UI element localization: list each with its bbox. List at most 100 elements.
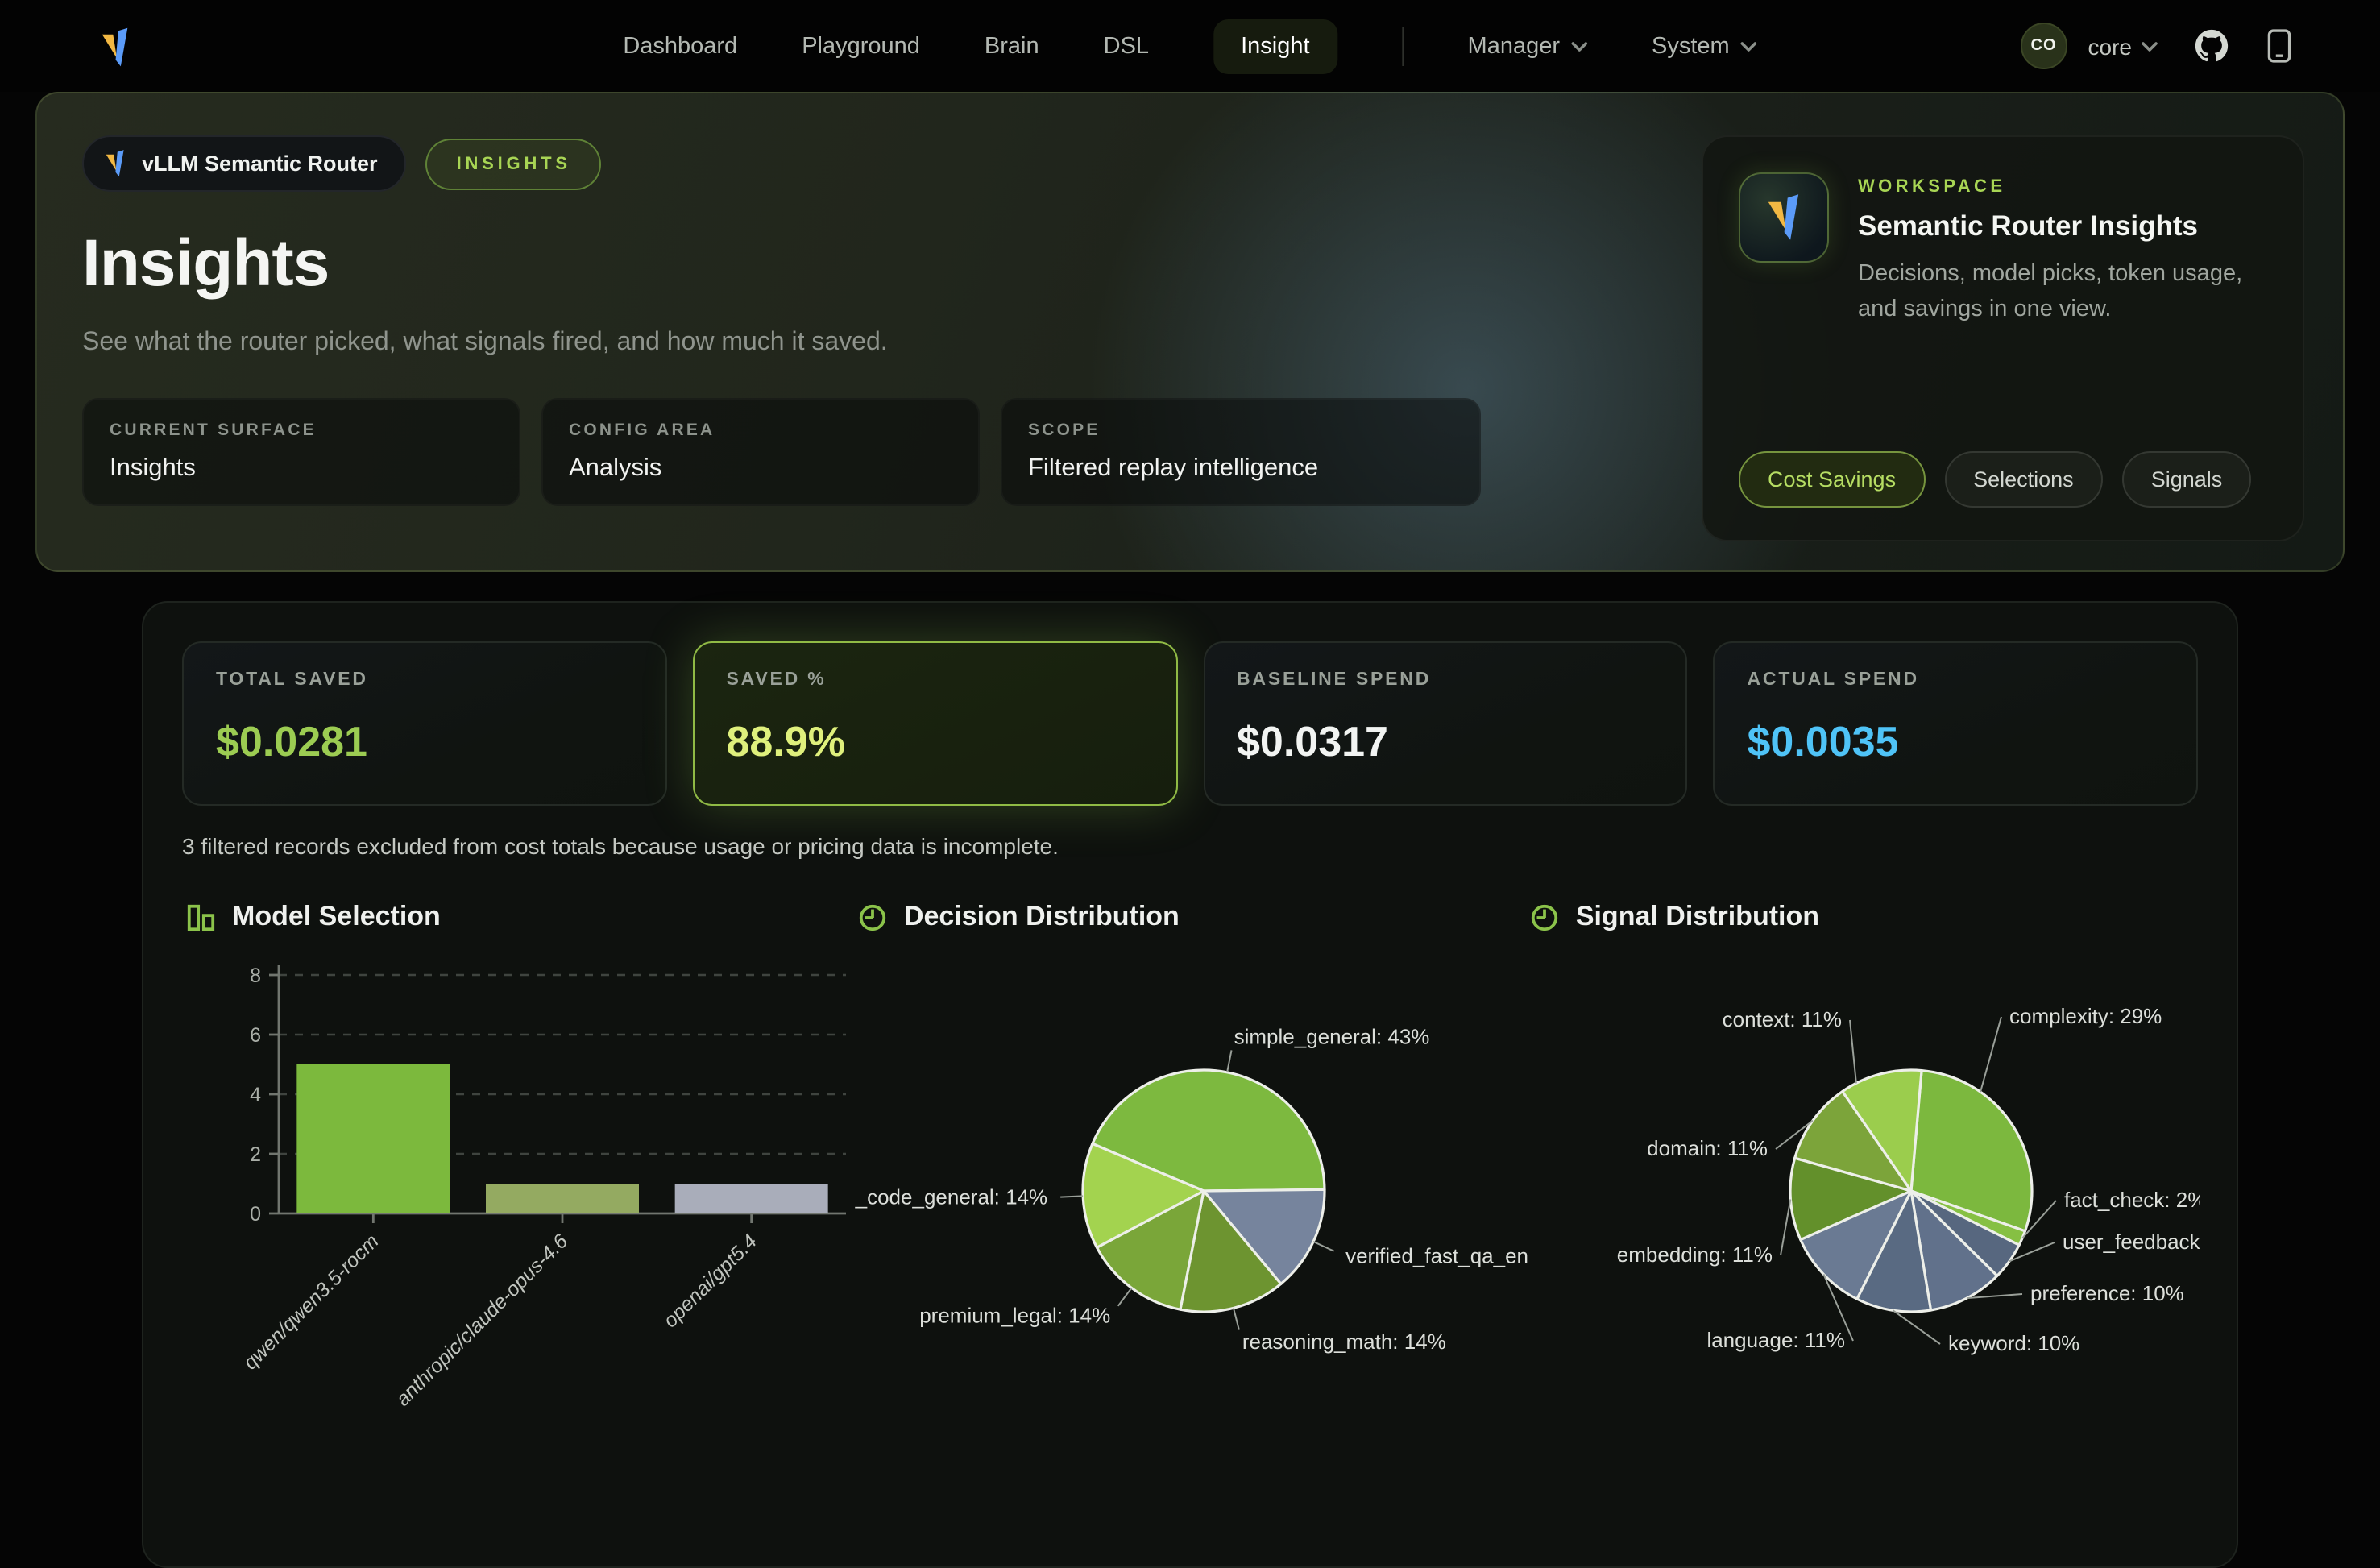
stat-cards: TOTAL SAVED $0.0281 SAVED % 88.9% BASELI… (182, 641, 2198, 806)
chevron-down-icon (1741, 41, 1757, 51)
pie-label-premium_legal: premium_legal: 14% (919, 1304, 1110, 1328)
clock-icon (1529, 902, 1560, 932)
workspace-description: Decisions, model picks, token usage, and… (1858, 258, 2261, 328)
tag-cost-savings[interactable]: Cost Savings (1739, 451, 1925, 508)
stat-value: $0.0281 (216, 717, 633, 767)
charts-row: Model Selection 0 2 4 6 8 qwen/qwen3.5-rocman… (182, 901, 2198, 1505)
vllm-logo-icon[interactable] (97, 26, 134, 77)
context-card-config: CONFIG AREA Analysis (541, 398, 980, 506)
stat-baseline-spend[interactable]: BASELINE SPEND $0.0317 (1203, 641, 1688, 806)
bar-anthropic/claude-opus-4.6[interactable] (486, 1184, 639, 1213)
product-badge-label: vLLM Semantic Router (142, 151, 378, 176)
insights-page: Dashboard Playground Brain DSL Insight M… (0, 0, 2380, 1425)
signal-distribution-pie-chart: complexity: 29% fact_check: 2% user_feedba… (1526, 949, 2200, 1505)
bar-openai/gpt5.4[interactable] (675, 1184, 828, 1213)
section-badge: INSIGHTS (426, 138, 602, 189)
chart-title: Decision Distribution (904, 901, 1180, 933)
pie-label-verified_fast_qa_en: verified_fast_qa_en: 14% (1345, 1243, 1528, 1267)
workspace-title: Semantic Router Insights (1858, 209, 2261, 243)
signal-distribution-chart-col: Signal Distribution complexity: 29% fact_… (1526, 901, 2198, 1505)
context-card-scope: SCOPE Filtered replay intelligence (1001, 398, 1481, 506)
nav-insight[interactable]: Insight (1213, 19, 1337, 73)
bar-chart-icon (185, 902, 216, 932)
decision-distribution-chart-col: Decision Distribution simple_general: 43… (854, 901, 1526, 1505)
top-nav: Dashboard Playground Brain DSL Insight M… (0, 0, 2380, 92)
tag-selections[interactable]: Selections (1944, 451, 2103, 508)
svg-text:2: 2 (250, 1143, 261, 1166)
stat-label: SAVED % (727, 670, 1144, 690)
stat-value: 88.9% (727, 717, 1144, 767)
stat-value: $0.0035 (1748, 717, 2165, 767)
insights-panel: TOTAL SAVED $0.0281 SAVED % 88.9% BASELI… (142, 601, 2238, 1568)
avatar[interactable]: CO (2021, 23, 2067, 69)
stat-saved-percent[interactable]: SAVED % 88.9% (693, 641, 1178, 806)
pie-label-complexity: complexity: 29% (2009, 1004, 2162, 1028)
context-card-value: Insights (110, 454, 493, 483)
stat-label: ACTUAL SPEND (1748, 670, 2165, 690)
pie-label-simple_general: simple_general: 43% (1234, 1025, 1430, 1049)
svg-text:0: 0 (250, 1203, 261, 1226)
svg-text:8: 8 (250, 964, 261, 987)
chart-title: Model Selection (232, 901, 441, 933)
pie-label-domain: domain: 11% (1647, 1136, 1768, 1160)
model-selection-bar-chart: 0 2 4 6 8 qwen/qwen3.5-rocmanthropic/claude-o… (182, 949, 856, 1505)
org-name: core (2088, 33, 2132, 59)
pie-label-context: context: 11% (1722, 1007, 1841, 1031)
nav-links: Dashboard Playground Brain DSL Insight M… (623, 19, 1756, 73)
workspace-tags: Cost Savings Selections Signals (1739, 451, 2251, 508)
model-selection-chart-col: Model Selection 0 2 4 6 8 qwen/qwen3.5-rocman… (182, 901, 854, 1505)
pie-label-preference: preference: 10% (2030, 1281, 2184, 1305)
org-switcher[interactable]: core (2088, 33, 2158, 59)
context-card-label: CONFIG AREA (569, 421, 952, 440)
pie-label-keyword: keyword: 10% (1948, 1331, 2079, 1355)
chevron-down-icon (2142, 41, 2158, 51)
stat-label: BASELINE SPEND (1237, 670, 1654, 690)
nav-manager-label: Manager (1468, 33, 1560, 59)
context-card-surface: CURRENT SURFACE Insights (82, 398, 520, 506)
stat-actual-spend[interactable]: ACTUAL SPEND $0.0035 (1714, 641, 2199, 806)
context-card-value: Analysis (569, 454, 952, 483)
pie-label-language: language: 11% (1706, 1328, 1845, 1352)
product-badge: vLLM Semantic Router (82, 135, 407, 192)
context-card-value: Filtered replay intelligence (1028, 454, 1453, 483)
stat-value: $0.0317 (1237, 717, 1654, 767)
stat-label: TOTAL SAVED (216, 670, 633, 690)
hero-banner: vLLM Semantic Router INSIGHTS Insights S… (35, 92, 2345, 572)
pie-label-user_feedback: user_feedback: 5% (2063, 1230, 2200, 1254)
nav-divider (1402, 27, 1404, 65)
nav-brain[interactable]: Brain (985, 33, 1039, 59)
context-card-label: CURRENT SURFACE (110, 421, 493, 440)
context-card-label: SCOPE (1028, 421, 1453, 440)
chart-title: Signal Distribution (1576, 901, 1819, 933)
svg-text:6: 6 (250, 1024, 261, 1047)
pie-label-fact_check: fact_check: 2% (2064, 1188, 2200, 1212)
nav-manager-dropdown[interactable]: Manager (1468, 33, 1587, 59)
vllm-logo-icon (103, 148, 127, 179)
filtered-records-note: 3 filtered records excluded from cost to… (182, 833, 2198, 859)
pie-label-reasoning_math: reasoning_math: 14% (1242, 1329, 1446, 1354)
svg-text:4: 4 (250, 1084, 261, 1106)
nav-system-label: System (1652, 33, 1730, 59)
chevron-down-icon (1571, 41, 1587, 51)
pie-label-_code_general: _code_general: 14% (855, 1184, 1048, 1209)
pie-label-embedding: embedding: 11% (1617, 1242, 1773, 1267)
nav-dsl[interactable]: DSL (1104, 33, 1149, 59)
github-icon[interactable] (2195, 29, 2229, 63)
bar-category-label: qwen/qwen3.5-rocm (239, 1230, 384, 1374)
bar-category-label: anthropic/claude-opus-4.6 (392, 1230, 572, 1410)
device-icon[interactable] (2266, 29, 2293, 63)
nav-dashboard[interactable]: Dashboard (623, 33, 737, 59)
bar-category-label: openai/gpt5.4 (659, 1230, 761, 1332)
clock-icon (857, 902, 888, 932)
stat-total-saved[interactable]: TOTAL SAVED $0.0281 (182, 641, 667, 806)
nav-account-area: CO core (2021, 23, 2293, 69)
workspace-card: WORKSPACE Semantic Router Insights Decis… (1702, 135, 2304, 541)
vllm-logo-icon (1763, 192, 1805, 243)
workspace-eyebrow: WORKSPACE (1858, 177, 2261, 197)
workspace-logo (1739, 172, 1829, 263)
nav-playground[interactable]: Playground (802, 33, 920, 59)
bar-qwen/qwen3.5-rocm[interactable] (296, 1064, 450, 1213)
tag-signals[interactable]: Signals (2122, 451, 2252, 508)
nav-system-dropdown[interactable]: System (1652, 33, 1757, 59)
decision-distribution-pie-chart: simple_general: 43% verified_fast_qa_en: … (854, 949, 1528, 1505)
